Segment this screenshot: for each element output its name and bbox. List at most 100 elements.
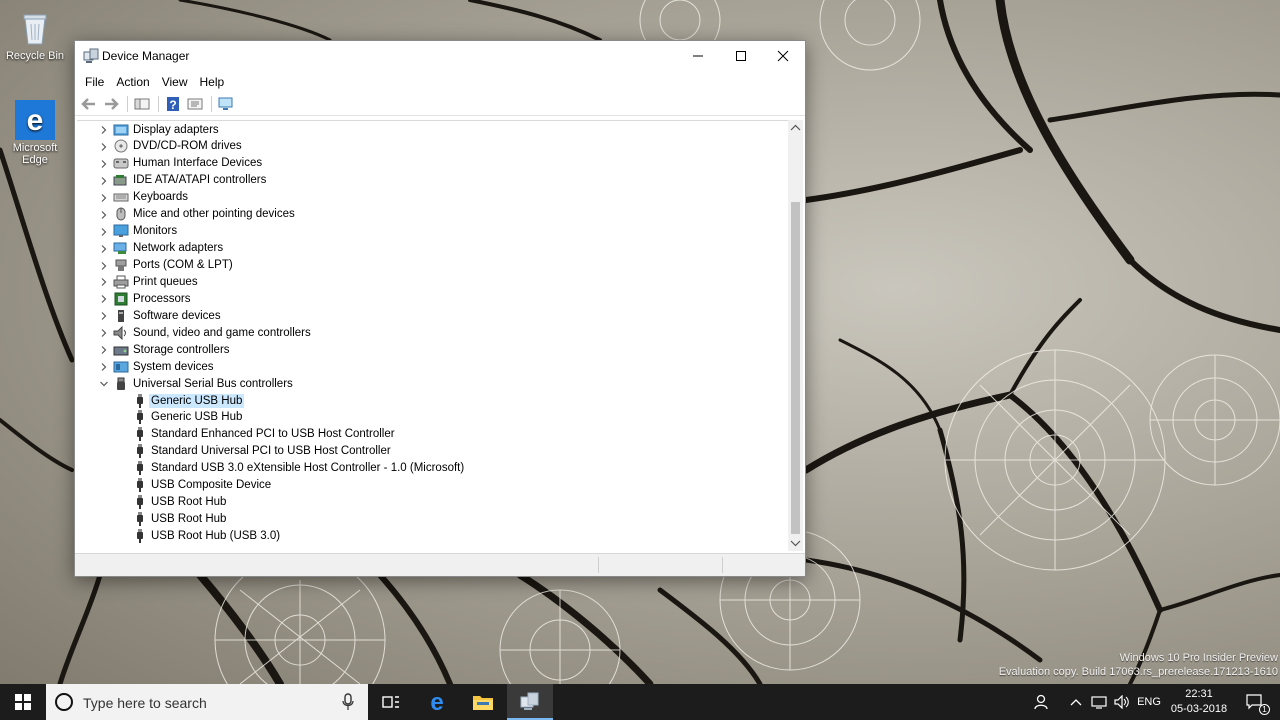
tree-category-row[interactable]: Display adapters	[113, 121, 219, 138]
tree-category-row[interactable]: DVD/CD-ROM drives	[113, 138, 242, 155]
tree-device-row[interactable]: Standard Enhanced PCI to USB Host Contro…	[135, 426, 395, 443]
network-adapter-icon	[113, 242, 127, 255]
tree-device-label: USB Composite Device	[151, 479, 272, 492]
evaluation-watermark: Windows 10 Pro Insider Preview Evaluatio…	[999, 652, 1278, 678]
edge-desktop-icon[interactable]: e Microsoft Edge	[4, 100, 66, 166]
watermark-line1: Windows 10 Pro Insider Preview	[1119, 652, 1278, 664]
tree-device-row[interactable]: USB Root Hub	[135, 494, 226, 511]
tree-category-row[interactable]: Processors	[113, 290, 191, 307]
scroll-up-icon[interactable]	[788, 122, 803, 134]
tree-category-row[interactable]: IDE ATA/ATAPI controllers	[113, 172, 266, 189]
chevron-right-icon[interactable]	[99, 261, 109, 271]
chevron-right-icon[interactable]	[99, 176, 109, 186]
tree-category-row[interactable]: System devices	[113, 358, 214, 375]
tree-category-row[interactable]: Monitors	[113, 223, 177, 240]
tree-device-row[interactable]: Generic USB Hub	[135, 392, 245, 409]
device-manager-window: Device Manager File Action View Help ? D…	[74, 40, 806, 577]
network-icon	[1091, 696, 1107, 709]
edge-label: Microsoft Edge	[12, 142, 58, 166]
chevron-right-icon[interactable]	[99, 159, 109, 169]
close-button[interactable]	[761, 41, 805, 71]
menu-help[interactable]: Help	[194, 71, 231, 93]
tree-device-row[interactable]: Generic USB Hub	[135, 409, 242, 426]
edge-icon: e	[15, 100, 55, 140]
minimize-icon	[693, 55, 703, 57]
dvd-drive-icon	[114, 139, 128, 153]
chevron-right-icon[interactable]	[99, 193, 109, 203]
tree-device-label: Standard Universal PCI to USB Host Contr…	[151, 445, 391, 458]
tree-device-row[interactable]: Standard USB 3.0 eXtensible Host Control…	[135, 460, 464, 477]
action-center-button[interactable]: 1	[1240, 684, 1270, 720]
help-button[interactable]: ?	[163, 95, 183, 113]
chevron-right-icon[interactable]	[99, 244, 109, 254]
back-button[interactable]	[79, 95, 99, 113]
tree-category-label: Universal Serial Bus controllers	[133, 377, 293, 390]
tree-category-label: Human Interface Devices	[133, 157, 263, 170]
chevron-right-icon[interactable]	[99, 227, 109, 237]
chevron-right-icon[interactable]	[99, 125, 109, 135]
properties-icon	[187, 98, 203, 110]
search-box[interactable]: Type here to search	[46, 684, 368, 720]
scan-hardware-button[interactable]	[216, 95, 236, 113]
properties-button[interactable]	[185, 95, 205, 113]
scroll-down-icon[interactable]	[788, 537, 803, 549]
chevron-right-icon[interactable]	[99, 277, 109, 287]
recycle-bin-desktop-icon[interactable]: Recycle Bin	[4, 8, 66, 62]
show-hidden-icons-button[interactable]	[1066, 684, 1086, 720]
tree-category-row[interactable]: Mice and other pointing devices	[113, 206, 295, 223]
title-bar[interactable]: Device Manager	[75, 41, 805, 71]
tree-category-row[interactable]: Sound, video and game controllers	[113, 324, 311, 341]
usb-device-icon	[137, 495, 143, 510]
tree-device-row[interactable]: Standard Universal PCI to USB Host Contr…	[135, 443, 391, 460]
maximize-button[interactable]	[719, 41, 763, 71]
chevron-right-icon[interactable]	[99, 294, 109, 304]
tree-category-row[interactable]: Network adapters	[113, 240, 223, 257]
task-view-button[interactable]	[368, 684, 414, 720]
people-button[interactable]	[1030, 684, 1054, 720]
scroll-thumb[interactable]	[791, 202, 800, 534]
tree-category-label: Processors	[133, 292, 191, 305]
usb-device-icon	[137, 512, 143, 527]
tree-category-row[interactable]: Storage controllers	[113, 341, 230, 358]
recycle-bin-icon	[15, 8, 55, 48]
tree-device-row[interactable]: USB Composite Device	[135, 477, 271, 494]
volume-button[interactable]	[1111, 684, 1133, 720]
microphone-icon[interactable]	[342, 693, 354, 711]
status-divider	[598, 557, 599, 573]
vertical-scrollbar[interactable]	[788, 120, 803, 551]
tree-device-row[interactable]: USB Root Hub (USB 3.0)	[135, 528, 280, 545]
processor-icon	[114, 292, 128, 306]
minimize-button[interactable]	[676, 41, 720, 71]
mouse-icon	[116, 207, 126, 221]
chevron-right-icon[interactable]	[99, 142, 109, 152]
language-indicator[interactable]: ENG	[1134, 684, 1164, 720]
taskbar-device-manager-button[interactable]	[507, 684, 553, 720]
tree-category-row[interactable]: Universal Serial Bus controllers	[113, 375, 293, 392]
taskbar-file-explorer-button[interactable]	[460, 684, 506, 720]
tree-category-label: System devices	[133, 360, 214, 373]
tree-category-row[interactable]: Keyboards	[113, 189, 188, 206]
tree-device-row[interactable]: USB Root Hub	[135, 511, 226, 528]
show-hide-console-tree-button[interactable]	[132, 95, 152, 113]
clock[interactable]: 22:31 05-03-2018	[1166, 687, 1232, 717]
chevron-down-icon[interactable]	[99, 379, 109, 389]
chevron-right-icon[interactable]	[99, 362, 109, 372]
chevron-up-icon	[1070, 699, 1082, 706]
chevron-right-icon[interactable]	[99, 328, 109, 338]
tree-category-row[interactable]: Software devices	[113, 307, 221, 324]
tree-category-row[interactable]: Ports (COM & LPT)	[113, 257, 233, 274]
tree-category-row[interactable]: Print queues	[113, 273, 198, 290]
tree-device-label: USB Root Hub	[151, 513, 227, 526]
menu-view[interactable]: View	[156, 71, 194, 93]
start-button[interactable]	[0, 684, 46, 720]
taskbar-edge-button[interactable]: e	[414, 684, 460, 720]
chevron-right-icon[interactable]	[99, 210, 109, 220]
chevron-right-icon[interactable]	[99, 311, 109, 321]
menu-file[interactable]: File	[79, 71, 110, 93]
tree-category-row[interactable]: Human Interface Devices	[113, 155, 262, 172]
tree-category-label: DVD/CD-ROM drives	[133, 140, 242, 153]
chevron-right-icon[interactable]	[99, 345, 109, 355]
menu-action[interactable]: Action	[110, 71, 155, 93]
network-button[interactable]	[1088, 684, 1110, 720]
forward-button[interactable]	[101, 95, 121, 113]
